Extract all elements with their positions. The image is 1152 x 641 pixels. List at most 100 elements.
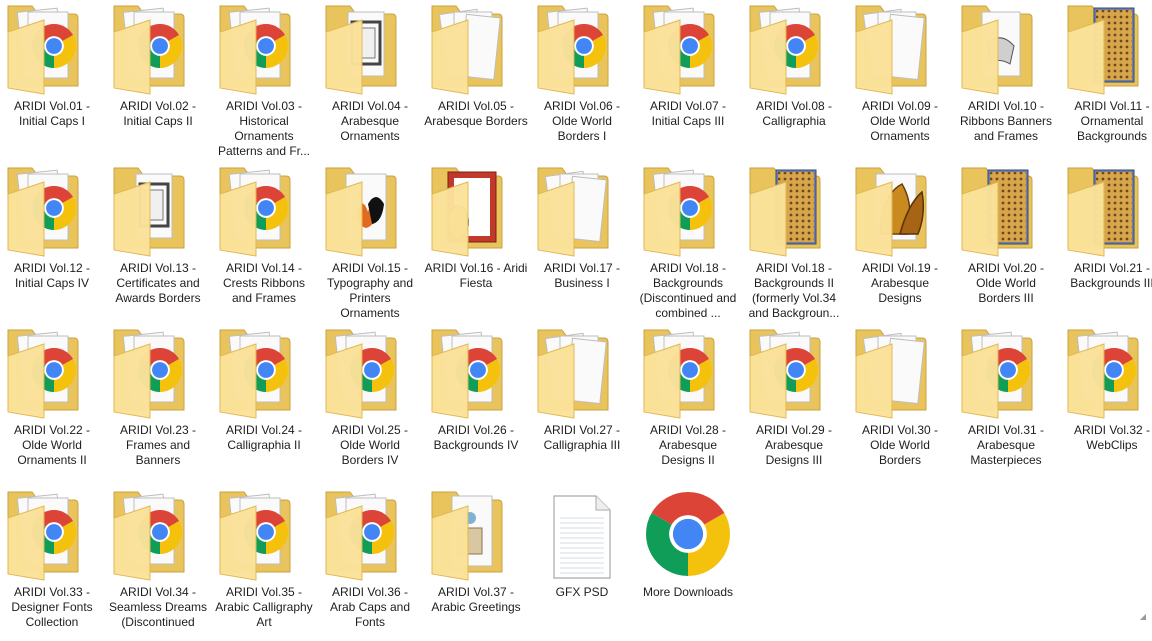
- folder-chrome-icon: [4, 326, 100, 422]
- folder-item[interactable]: ARIDI Vol.32 - WebClips: [1060, 324, 1152, 479]
- folder-item[interactable]: ARIDI Vol.19 - Arabesque Designs: [848, 162, 952, 317]
- folder-item[interactable]: ARIDI Vol.21 - Backgrounds III: [1060, 162, 1152, 317]
- folder-chrome-icon: [428, 326, 524, 422]
- folder-item[interactable]: ARIDI Vol.09 - Olde World Ornaments: [848, 0, 952, 155]
- item-label: ARIDI Vol.27 - Calligraphia III: [543, 423, 621, 452]
- item-label: ARIDI Vol.26 - Backgrounds IV: [433, 423, 519, 452]
- folder-item[interactable]: GFX PSD: [530, 486, 634, 641]
- folder-item[interactable]: ARIDI Vol.11 - Ornamental Backgrounds: [1060, 0, 1152, 155]
- folder-chrome-icon: [216, 326, 312, 422]
- folder-chrome-icon: [640, 326, 736, 422]
- item-label: ARIDI Vol.13 - Certificates and Awards B…: [115, 261, 201, 305]
- item-label: ARIDI Vol.24 - Calligraphia II: [225, 423, 303, 452]
- folder-item[interactable]: ARIDI Vol.22 - Olde World Ornaments II: [0, 324, 104, 479]
- folder-item[interactable]: ARIDI Vol.18 - Backgrounds (Discontinued…: [636, 162, 740, 320]
- folder-chrome-icon: [4, 488, 100, 584]
- item-label: ARIDI Vol.06 - Olde World Borders I: [543, 99, 621, 143]
- folder-pages-icon: [428, 2, 524, 98]
- folder-chrome-icon: [4, 164, 100, 260]
- folder-chrome-icon: [4, 2, 100, 98]
- item-label: ARIDI Vol.20 - Olde World Borders III: [967, 261, 1045, 305]
- item-label: ARIDI Vol.37 - Arabic Greetings: [431, 585, 521, 614]
- folder-pattern-icon: [958, 164, 1054, 260]
- folder-item[interactable]: ARIDI Vol.04 - Arabesque Ornaments: [318, 0, 422, 155]
- folder-item[interactable]: ARIDI Vol.18 - Backgrounds II (formerly …: [742, 162, 846, 320]
- folder-item[interactable]: ARIDI Vol.17 - Business I: [530, 162, 634, 317]
- item-label: ARIDI Vol.21 - Backgrounds III: [1070, 261, 1152, 290]
- folder-pages-icon: [852, 2, 948, 98]
- folder-chrome-icon: [216, 2, 312, 98]
- item-label: ARIDI Vol.30 - Olde World Borders: [861, 423, 939, 467]
- item-label: ARIDI Vol.12 - Initial Caps IV: [13, 261, 91, 290]
- folder-chrome-icon: [640, 2, 736, 98]
- folder-item[interactable]: ARIDI Vol.07 - Initial Caps III: [636, 0, 740, 155]
- folder-item[interactable]: ARIDI Vol.28 - Arabesque Designs II: [636, 324, 740, 479]
- folder-frame-icon: [110, 164, 206, 260]
- item-label: ARIDI Vol.36 - Arab Caps and Fonts: [329, 585, 411, 629]
- folder-item[interactable]: ARIDI Vol.36 - Arab Caps and Fonts: [318, 486, 422, 641]
- folder-arabesque-icon: [852, 164, 948, 260]
- folder-chrome-icon: [534, 2, 630, 98]
- folder-fiesta-icon: [428, 164, 524, 260]
- folder-pattern-icon: [746, 164, 842, 260]
- folder-item[interactable]: ARIDI Vol.16 - Aridi Fiesta: [424, 162, 528, 317]
- text-file-icon: [534, 488, 630, 584]
- folder-chrome-icon: [640, 164, 736, 260]
- folder-ribbon-icon: [958, 2, 1054, 98]
- item-label: ARIDI Vol.16 - Aridi Fiesta: [424, 261, 528, 290]
- item-label: ARIDI Vol.02 - Initial Caps II: [119, 99, 197, 128]
- folder-item[interactable]: ARIDI Vol.02 - Initial Caps II: [106, 0, 210, 155]
- folder-item[interactable]: ARIDI Vol.25 - Olde World Borders IV: [318, 324, 422, 479]
- resize-grip-icon: ◢: [1139, 612, 1146, 621]
- item-label: ARIDI Vol.03 - Historical Ornaments Patt…: [217, 99, 311, 158]
- item-label: ARIDI Vol.25 - Olde World Borders IV: [331, 423, 409, 467]
- folder-chrome-icon: [110, 326, 206, 422]
- folder-item[interactable]: ARIDI Vol.34 - Seamless Dreams (Disconti…: [106, 486, 210, 641]
- folder-item[interactable]: ARIDI Vol.24 - Calligraphia II: [212, 324, 316, 479]
- item-label: ARIDI Vol.08 - Calligraphia: [755, 99, 833, 128]
- folder-item[interactable]: ARIDI Vol.29 - Arabesque Designs III: [742, 324, 846, 479]
- folder-chrome-icon: [1064, 326, 1152, 422]
- folder-item[interactable]: ARIDI Vol.31 - Arabesque Masterpieces: [954, 324, 1058, 479]
- item-label: ARIDI Vol.31 - Arabesque Masterpieces: [967, 423, 1045, 467]
- item-label: ARIDI Vol.34 - Seamless Dreams (Disconti…: [108, 585, 208, 629]
- folder-item[interactable]: ARIDI Vol.37 - Arabic Greetings: [424, 486, 528, 641]
- folder-item[interactable]: ARIDI Vol.12 - Initial Caps IV: [0, 162, 104, 317]
- file-grid: ◢ ARIDI Vol.01 - Initial Caps I ARIDI Vo…: [0, 0, 1152, 629]
- folder-chrome-icon: [216, 488, 312, 584]
- item-label: ARIDI Vol.19 - Arabesque Designs: [861, 261, 939, 305]
- folder-item[interactable]: ARIDI Vol.08 - Calligraphia: [742, 0, 846, 155]
- folder-item[interactable]: ARIDI Vol.35 - Arabic Calligraphy Art: [212, 486, 316, 641]
- folder-chrome-icon: [110, 2, 206, 98]
- folder-item[interactable]: ARIDI Vol.10 - Ribbons Banners and Frame…: [954, 0, 1058, 155]
- folder-item[interactable]: ARIDI Vol.01 - Initial Caps I: [0, 0, 104, 155]
- item-label: ARIDI Vol.23 - Frames and Banners: [119, 423, 197, 467]
- folder-splash-icon: [322, 164, 418, 260]
- item-label: ARIDI Vol.05 - Arabesque Borders: [424, 99, 528, 128]
- item-label: More Downloads: [642, 585, 734, 599]
- folder-item[interactable]: ARIDI Vol.14 - Crests Ribbons and Frames: [212, 162, 316, 317]
- folder-item[interactable]: ARIDI Vol.30 - Olde World Borders: [848, 324, 952, 479]
- folder-item[interactable]: ARIDI Vol.27 - Calligraphia III: [530, 324, 634, 479]
- folder-item[interactable]: ARIDI Vol.05 - Arabesque Borders: [424, 0, 528, 155]
- folder-item[interactable]: ARIDI Vol.20 - Olde World Borders III: [954, 162, 1058, 317]
- folder-item[interactable]: ARIDI Vol.26 - Backgrounds IV: [424, 324, 528, 479]
- item-label: ARIDI Vol.22 - Olde World Ornaments II: [13, 423, 91, 467]
- item-label: ARIDI Vol.33 - Designer Fonts Collection: [11, 585, 93, 629]
- folder-item[interactable]: ARIDI Vol.33 - Designer Fonts Collection: [0, 486, 104, 641]
- folder-item[interactable]: ARIDI Vol.23 - Frames and Banners: [106, 324, 210, 479]
- item-label: ARIDI Vol.15 - Typography and Printers O…: [326, 261, 414, 320]
- folder-item[interactable]: ARIDI Vol.15 - Typography and Printers O…: [318, 162, 422, 320]
- folder-chrome-icon: [216, 164, 312, 260]
- item-label: ARIDI Vol.32 - WebClips: [1073, 423, 1151, 452]
- folder-item[interactable]: ARIDI Vol.03 - Historical Ornaments Patt…: [212, 0, 316, 158]
- folder-item[interactable]: ARIDI Vol.13 - Certificates and Awards B…: [106, 162, 210, 317]
- item-label: ARIDI Vol.17 - Business I: [543, 261, 621, 290]
- folder-item[interactable]: More Downloads: [636, 486, 740, 641]
- item-label: ARIDI Vol.14 - Crests Ribbons and Frames: [222, 261, 306, 305]
- item-label: ARIDI Vol.11 - Ornamental Backgrounds: [1074, 99, 1150, 143]
- folder-pages-icon: [534, 326, 630, 422]
- item-label: GFX PSD: [555, 585, 609, 599]
- folder-item[interactable]: ARIDI Vol.06 - Olde World Borders I: [530, 0, 634, 155]
- folder-pages-icon: [534, 164, 630, 260]
